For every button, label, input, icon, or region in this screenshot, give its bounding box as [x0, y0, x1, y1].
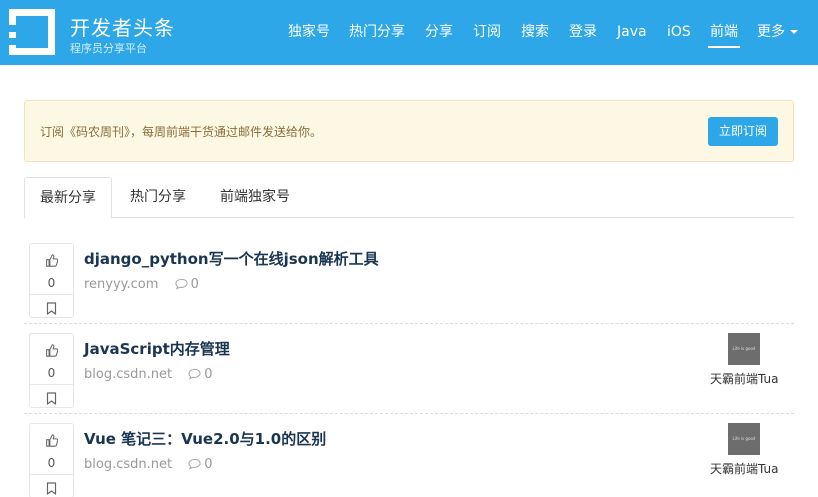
subscribe-now-button[interactable]: 立即订阅 [708, 117, 778, 146]
bookmark-button[interactable] [46, 390, 57, 409]
author-avatar[interactable]: Life is good [728, 423, 760, 455]
item-title[interactable]: JavaScript内存管理 [84, 338, 230, 359]
site-logo-icon[interactable] [9, 9, 55, 55]
list-item: 0 Vue 笔记三：Vue2.0与1.0的区别 blog.csdn.net 0 … [24, 414, 794, 497]
bookmark-button[interactable] [46, 480, 57, 497]
item-meta: blog.csdn.net 0 [84, 457, 213, 472]
vote-count: 0 [47, 456, 56, 470]
author-avatar[interactable]: Life is good [728, 333, 760, 365]
bookmark-icon [46, 392, 57, 405]
subscribe-alert: 订阅《码农周刊》，每周前端干货通过邮件发送给你。 立即订阅 [24, 100, 794, 162]
nav-item-ios[interactable]: iOS [667, 24, 691, 40]
tab-latest[interactable]: 最新分享 [24, 177, 112, 219]
site-title[interactable]: 开发者头条 [70, 12, 175, 41]
comment-count: 0 [204, 367, 213, 382]
top-navbar: 开发者头条 程序员分享平台 独家号 热门分享 分享 订阅 搜索 登录 Java … [0, 0, 818, 65]
nav-item-share[interactable]: 分享 [425, 24, 453, 40]
vote-count: 0 [47, 276, 56, 290]
bookmark-icon [46, 302, 57, 315]
bookmark-icon [46, 482, 57, 495]
nav-more-label: 更多 [757, 24, 785, 40]
nav-item-subscribe[interactable]: 订阅 [473, 24, 501, 40]
nav-item-hot-shares[interactable]: 热门分享 [349, 24, 405, 40]
item-meta: blog.csdn.net 0 [84, 367, 213, 382]
subscribe-alert-text: 订阅《码农周刊》，每周前端干货通过邮件发送给你。 [40, 125, 323, 139]
nav-item-search[interactable]: 搜索 [521, 24, 549, 40]
comment-icon [174, 278, 188, 290]
site-subtitle: 程序员分享平台 [70, 42, 147, 55]
nav-item-more[interactable]: 更多 [757, 24, 798, 40]
nav-item-exclusive[interactable]: 独家号 [288, 24, 330, 40]
vote-box: 0 [29, 333, 74, 408]
author-name[interactable]: 天霸前端Tua [710, 370, 778, 387]
item-meta: renyyy.com 0 [84, 277, 199, 292]
list-item: 0 django_python写一个在线json解析工具 renyyy.com … [24, 234, 794, 324]
vote-box: 0 [29, 423, 74, 497]
comment-count: 0 [190, 277, 199, 292]
comments-link[interactable]: 0 [174, 277, 199, 292]
comments-link[interactable]: 0 [188, 367, 213, 382]
list-item: 0 JavaScript内存管理 blog.csdn.net 0 Life is… [24, 324, 794, 414]
tab-frontend-exclusive[interactable]: 前端独家号 [205, 177, 305, 218]
comments-link[interactable]: 0 [188, 457, 213, 472]
item-source[interactable]: blog.csdn.net [84, 367, 172, 382]
thumbs-up-icon [46, 434, 58, 447]
content-tabs: 最新分享 热门分享 前端独家号 [24, 177, 794, 219]
item-title[interactable]: Vue 笔记三：Vue2.0与1.0的区别 [84, 428, 326, 449]
vote-box: 0 [29, 243, 74, 318]
bookmark-button[interactable] [46, 300, 57, 319]
comment-icon [188, 458, 201, 470]
caret-down-icon [790, 30, 798, 34]
thumbs-up-icon [46, 344, 58, 357]
comment-icon [188, 368, 201, 380]
item-source[interactable]: renyyy.com [84, 277, 158, 292]
thumbs-up-icon [46, 254, 58, 267]
comment-count: 0 [204, 457, 213, 472]
nav-item-login[interactable]: 登录 [569, 24, 597, 40]
item-source[interactable]: blog.csdn.net [84, 457, 172, 472]
tab-hot[interactable]: 热门分享 [115, 177, 201, 218]
author-name[interactable]: 天霸前端Tua [710, 460, 778, 477]
vote-count: 0 [47, 366, 56, 380]
nav-item-frontend[interactable]: 前端 [708, 24, 740, 48]
item-title[interactable]: django_python写一个在线json解析工具 [84, 248, 379, 269]
nav-item-java[interactable]: Java [617, 24, 647, 40]
